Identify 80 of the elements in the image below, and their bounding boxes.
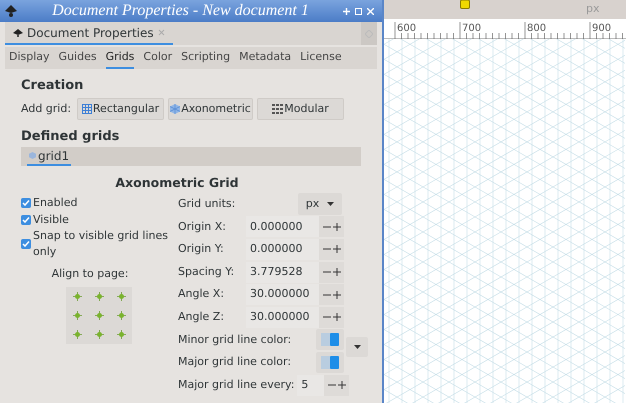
spin-field[interactable]: 0.000000 bbox=[246, 216, 344, 238]
anchor-icon bbox=[116, 310, 126, 320]
field-value[interactable]: 0.000000 bbox=[246, 238, 319, 260]
anchor-icon bbox=[72, 292, 82, 300]
ruler-label: 600 bbox=[397, 22, 416, 36]
spin-field[interactable]: 0.000000 bbox=[246, 238, 344, 260]
ruler-label: 800 bbox=[527, 22, 546, 36]
grid-tab[interactable]: grid1 bbox=[27, 147, 72, 166]
section-heading: Creation bbox=[21, 77, 84, 95]
plus-icon[interactable] bbox=[332, 290, 340, 299]
field-label: Major grid line color: bbox=[178, 354, 292, 370]
color-swatch-icon bbox=[321, 333, 339, 346]
tab[interactable]: Display bbox=[9, 47, 50, 69]
anchor-icon bbox=[116, 292, 126, 300]
isometric-grid-icon bbox=[29, 152, 36, 159]
field-value[interactable]: 3.779528 bbox=[246, 262, 319, 283]
checkbox[interactable] bbox=[21, 198, 31, 208]
plus-icon[interactable] bbox=[332, 222, 340, 231]
label: Align to page: bbox=[50, 266, 130, 282]
anchor-icon bbox=[72, 330, 82, 338]
field-label: Origin Y: bbox=[178, 241, 225, 258]
grid-icon bbox=[82, 104, 92, 114]
field-label: Spacing Y: bbox=[178, 264, 236, 280]
units-dropdown[interactable]: px bbox=[298, 193, 342, 216]
unit-label: px bbox=[586, 1, 600, 17]
checkbox-label[interactable]: Snap to visible grid lines only bbox=[33, 228, 173, 260]
section-heading: Axonometric Grid bbox=[114, 174, 240, 192]
field-label: Grid units: bbox=[178, 196, 236, 212]
tab[interactable]: Color bbox=[143, 47, 172, 69]
expander-button[interactable] bbox=[346, 337, 368, 357]
caret-icon bbox=[354, 345, 360, 349]
checkbox[interactable] bbox=[21, 214, 31, 224]
checkbox-label[interactable]: Enabled bbox=[33, 194, 173, 210]
field-label: Angle Z: bbox=[178, 309, 226, 326]
ruler-label: 700 bbox=[462, 22, 482, 36]
pin-icon[interactable] bbox=[343, 8, 350, 14]
tab[interactable]: License bbox=[300, 47, 342, 69]
plus-icon[interactable] bbox=[332, 268, 340, 276]
field-label: Angle X: bbox=[178, 286, 226, 302]
checkbox-label[interactable]: Visible bbox=[33, 212, 173, 228]
anchor-icon bbox=[94, 310, 104, 320]
plus-icon[interactable] bbox=[332, 313, 340, 322]
maximize-icon[interactable] bbox=[355, 8, 362, 14]
add-grid-button[interactable]: Rectangular bbox=[77, 98, 164, 120]
field-value[interactable]: 30.000000 bbox=[246, 306, 319, 328]
app-icon bbox=[13, 28, 23, 36]
checkbox[interactable] bbox=[21, 239, 31, 249]
tab[interactable]: Scripting bbox=[181, 47, 230, 69]
add-grid-button[interactable]: Modular bbox=[257, 98, 344, 120]
plus-icon[interactable] bbox=[338, 381, 346, 390]
tab[interactable]: Grids bbox=[106, 47, 134, 69]
color-button[interactable] bbox=[316, 329, 344, 350]
tab[interactable]: Metadata bbox=[239, 47, 292, 69]
tab[interactable]: Guides bbox=[58, 47, 97, 69]
anchor-icon bbox=[94, 330, 104, 338]
field-label: Minor grid line color: bbox=[178, 332, 292, 348]
color-swatch-icon bbox=[321, 356, 339, 369]
field-value[interactable]: 0.000000 bbox=[246, 216, 319, 238]
spin-field[interactable]: 30.000000 bbox=[246, 306, 344, 328]
modular-grid-icon bbox=[272, 104, 284, 114]
caret-icon bbox=[327, 202, 334, 206]
anchor-icon bbox=[94, 292, 104, 300]
plus-icon[interactable] bbox=[332, 245, 340, 254]
anchor-icon bbox=[72, 310, 82, 320]
isometric-grid-icon bbox=[170, 104, 180, 114]
field-value[interactable]: 5 bbox=[297, 374, 324, 396]
ruler-label: 900 bbox=[592, 22, 612, 36]
field-value[interactable]: 30.000000 bbox=[246, 284, 319, 306]
app-icon bbox=[4, 4, 18, 18]
window-title: Document Properties - New document 1 bbox=[51, 1, 310, 21]
section-heading: Defined grids bbox=[21, 128, 120, 146]
anchor-icon bbox=[116, 330, 126, 338]
spin-field[interactable]: 5 bbox=[297, 374, 350, 396]
label: Add grid: bbox=[21, 100, 72, 117]
add-grid-button[interactable]: Axonometric bbox=[168, 98, 254, 120]
color-button[interactable] bbox=[316, 352, 344, 373]
field-label: Origin X: bbox=[178, 218, 227, 235]
spin-field[interactable]: 30.000000 bbox=[246, 284, 344, 306]
spin-field[interactable]: 3.779528 bbox=[246, 262, 344, 283]
field-label: Major grid line every: bbox=[178, 376, 294, 393]
